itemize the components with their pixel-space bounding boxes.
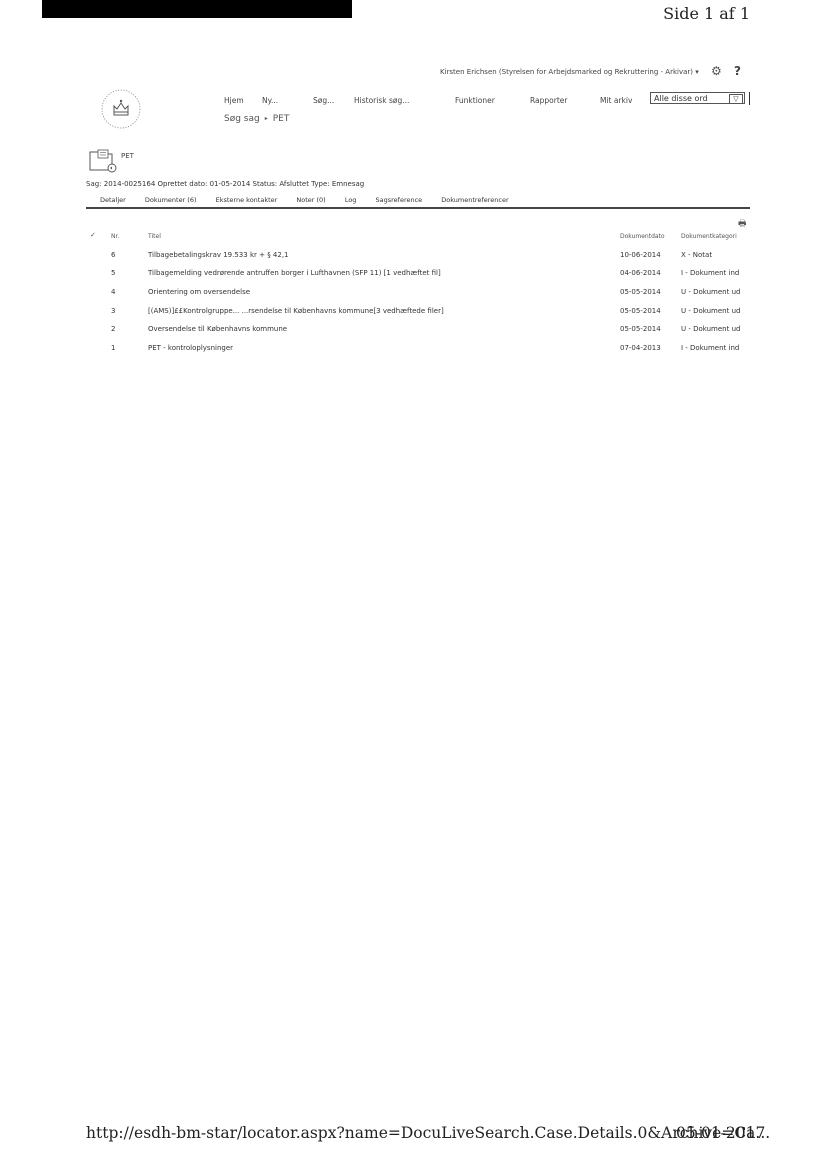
cell-date: 05-05-2014 [620, 307, 661, 315]
search-scope-select[interactable]: Alle disse ord ▽ [650, 92, 745, 104]
cell-title[interactable]: Tilbagebetalingskrav 19.533 kr + § 42,1 [148, 251, 289, 259]
breadcrumb-separator-icon: ▸ [264, 115, 268, 122]
cell-date: 05-05-2014 [620, 325, 661, 333]
breadcrumb-root[interactable]: Søg sag [224, 114, 260, 124]
tab-log[interactable]: Log [345, 196, 357, 204]
cell-date: 04-06-2014 [620, 269, 661, 277]
footer-url: http://esdh-bm-star/locator.aspx?name=Do… [86, 1124, 771, 1142]
cell-category: U - Dokument ud [681, 288, 741, 296]
case-title: PET [121, 152, 134, 160]
cell-date: 10-06-2014 [620, 251, 661, 259]
nav-search[interactable]: Søg... [313, 96, 334, 105]
cell-title[interactable]: Orientering om oversendelse [148, 288, 250, 296]
nav-my-archive[interactable]: Mit arkiv [600, 96, 632, 105]
cell-nr: 5 [111, 269, 116, 277]
tab-details[interactable]: Detaljer [100, 196, 126, 204]
tab-case-reference[interactable]: Sagsreference [376, 196, 423, 204]
cell-category: I - Dokument ind [681, 344, 740, 352]
col-header-category[interactable]: Dokumentkategori [681, 233, 737, 240]
nav-home[interactable]: Hjem [224, 96, 244, 105]
breadcrumb-current: PET [272, 114, 290, 124]
col-header-date[interactable]: Dokumentdato [620, 233, 665, 240]
chevron-down-icon[interactable]: ▽ [729, 94, 743, 104]
case-metadata: Sag: 2014-0025164 Oprettet dato: 01-05-2… [86, 180, 365, 188]
nav-reports[interactable]: Rapporter [530, 96, 567, 105]
col-header-title[interactable]: Titel [148, 233, 161, 240]
cell-date: 07-04-2013 [620, 344, 661, 352]
select-all-checkbox[interactable]: ✓ [90, 231, 96, 239]
tab-notes[interactable]: Noter (0) [296, 196, 325, 204]
print-icon[interactable]: 🖶 [738, 216, 747, 232]
tab-documents[interactable]: Dokumenter (6) [145, 196, 197, 204]
chevron-down-icon: ▾ [695, 68, 699, 76]
redaction-bar [42, 0, 352, 18]
nav-functions[interactable]: Funktioner [455, 96, 495, 105]
cell-category: U - Dokument ud [681, 307, 741, 315]
cell-nr: 1 [111, 344, 116, 352]
cell-title[interactable]: Tilbagemelding vedrørende antruffen borg… [148, 269, 441, 277]
cell-category: X - Notat [681, 251, 713, 259]
cell-nr: 4 [111, 288, 116, 296]
cell-nr: 3 [111, 307, 116, 315]
cell-title[interactable]: [(AMS)]££Kontrolgruppe... ...rsendelse t… [148, 307, 444, 315]
agency-logo [101, 89, 141, 129]
gear-icon[interactable]: ⚙ [711, 64, 722, 78]
footer-date: 05-01-2017 [676, 1124, 766, 1142]
cell-category: I - Dokument ind [681, 269, 740, 277]
page-number: Side 1 af 1 [663, 4, 750, 23]
cell-title[interactable]: PET - kontroloplysninger [148, 344, 233, 352]
case-folder-icon [89, 149, 117, 173]
cell-date: 05-05-2014 [620, 288, 661, 296]
user-menu[interactable]: Kirsten Erichsen (Styrelsen for Arbejdsm… [440, 68, 699, 76]
search-scope-value: Alle disse ord [654, 94, 708, 103]
tab-underline [86, 207, 750, 209]
case-tabs: Detaljer Dokumenter (6) Eksterne kontakt… [100, 196, 526, 204]
nav-historical-search[interactable]: Historisk søg... [354, 96, 409, 105]
breadcrumb: Søg sag ▸ PET [224, 114, 289, 124]
nav-new[interactable]: Ny... [262, 96, 278, 105]
tab-document-references[interactable]: Dokumentreferencer [441, 196, 508, 204]
user-name: Kirsten Erichsen (Styrelsen for Arbejdsm… [440, 68, 693, 76]
cell-title[interactable]: Oversendelse til Københavns kommune [148, 325, 287, 333]
divider [749, 92, 750, 105]
col-header-nr[interactable]: Nr. [111, 233, 119, 240]
cell-nr: 6 [111, 251, 116, 259]
tab-external-contacts[interactable]: Eksterne kontakter [216, 196, 278, 204]
help-button[interactable]: ? [734, 64, 741, 78]
cell-category: U - Dokument ud [681, 325, 741, 333]
cell-nr: 2 [111, 325, 116, 333]
